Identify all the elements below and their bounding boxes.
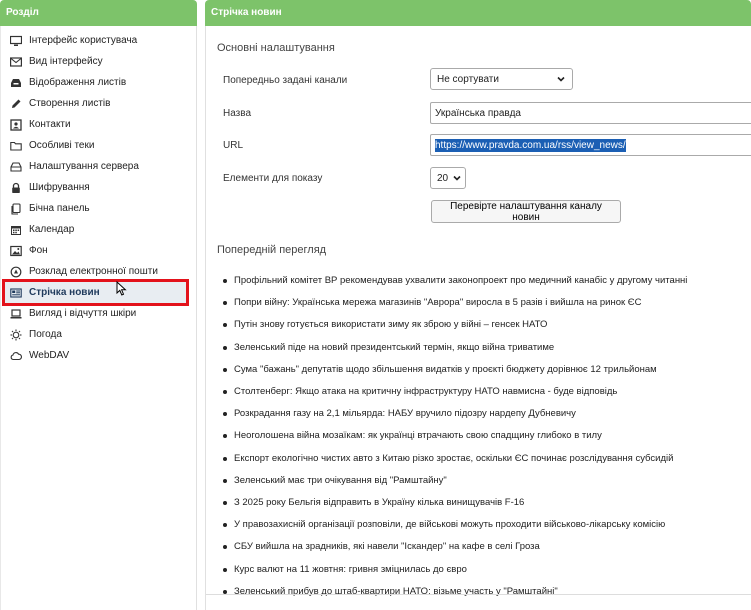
sections-list-container: Інтерфейс користувача Вид інтерфейсу Від…	[0, 26, 197, 610]
sidebar-item-label: Створення листів	[29, 98, 111, 109]
clock-send-icon	[10, 266, 22, 278]
preset-channels-label: Попередньо задані канали	[223, 75, 348, 86]
news-item: З 2025 року Бельгія відправить в Україну…	[223, 492, 687, 514]
news-item: Попри війну: Українська мережа магазинів…	[223, 292, 687, 314]
news-item: СБУ вийшла на зрадників, які навели "Іск…	[223, 536, 687, 558]
sidebar-item-label: Налаштування сервера	[29, 161, 139, 172]
sidebar-item-label: Вигляд і відчуття шкіри	[29, 308, 137, 319]
sidebar-item-server[interactable]: Налаштування сервера	[1, 156, 196, 177]
news-item: Зеленський піде на новий президентський …	[223, 337, 687, 359]
url-input[interactable]: https://www.pravda.com.ua/rss/view_news/	[430, 134, 751, 156]
folder-icon	[10, 140, 22, 152]
news-item: Експорт екологічно чистих авто з Китаю р…	[223, 448, 687, 470]
basic-settings-title: Основні налаштування	[217, 42, 335, 54]
sidebar-item-label: Вид інтерфейсу	[29, 56, 103, 67]
sidebar-item-newsfeed[interactable]: Стрічка новин	[2, 279, 189, 306]
sections-list: Інтерфейс користувача Вид інтерфейсу Від…	[1, 26, 196, 366]
sections-panel: Розділ Інтерфейс користувача Вид інтерфе…	[0, 0, 197, 610]
news-item: Зеленський має три очікування від "Рамшт…	[223, 470, 687, 492]
sidebar-item-calendar[interactable]: Календар	[1, 219, 196, 240]
newspaper-icon	[10, 287, 22, 299]
lock-icon	[10, 182, 22, 194]
sidebar-item-label: Шифрування	[29, 182, 90, 193]
url-label: URL	[223, 140, 244, 151]
sidebar-item-label: Особливі теки	[29, 140, 95, 151]
sidebar-item-background[interactable]: Фон	[1, 240, 196, 261]
sidebar-item-contacts[interactable]: Контакти	[1, 114, 196, 135]
sidebar-item-view[interactable]: Вид інтерфейсу	[1, 51, 196, 72]
news-item: Неоголошена війна мозаїкам: як українці …	[223, 425, 687, 447]
sidebar-item-skin[interactable]: Вигляд і відчуття шкіри	[1, 303, 196, 324]
name-input-value: Українська правда	[435, 107, 521, 119]
contact-card-icon	[10, 118, 22, 131]
news-item: У правозахисній організації розповіли, д…	[223, 514, 687, 536]
items-count-label: Елементи для показу	[223, 173, 323, 184]
sidebar-item-label: WebDAV	[29, 350, 70, 361]
items-count-value: 20	[437, 172, 449, 184]
news-preview-list: Профільний комітет ВР рекомендував ухвал…	[223, 270, 687, 603]
news-item: Сума "бажань" депутатів щодо збільшення …	[223, 359, 687, 381]
sidebar-item-label: Погода	[29, 329, 62, 340]
sidebar-item-compose[interactable]: Створення листів	[1, 93, 196, 114]
sidebar-item-label: Фон	[29, 245, 48, 256]
sidebar-item-webdav[interactable]: WebDAV	[1, 345, 196, 366]
sidebar-item-label: Розклад електронної пошти	[29, 266, 158, 277]
inbox-icon	[10, 77, 22, 89]
chevron-down-icon	[453, 175, 461, 181]
url-input-value: https://www.pravda.com.ua/rss/view_news/	[435, 138, 626, 152]
sidebar-item-folders[interactable]: Особливі теки	[1, 135, 196, 156]
newsfeed-panel: Стрічка новин Основні налаштування Попер…	[205, 0, 751, 610]
calendar-icon	[10, 224, 22, 236]
sections-header: Розділ	[0, 0, 197, 26]
news-item: Путін знову готується використати зиму я…	[223, 314, 687, 336]
sidebar-item-label: Календар	[29, 224, 75, 235]
sidebar-item-label: Контакти	[29, 119, 71, 130]
monitor-icon	[10, 35, 22, 47]
sidebar-item-label: Відображення листів	[29, 77, 127, 88]
newsfeed-header: Стрічка новин	[205, 0, 751, 26]
newsfeed-settings: Основні налаштування Попередньо задані к…	[205, 26, 751, 610]
news-item: Курс валют на 11 жовтня: гривня зміцнила…	[223, 558, 687, 580]
image-icon	[10, 245, 22, 257]
sidebar-item-schedule[interactable]: Розклад електронної пошти	[1, 261, 196, 282]
envelope-icon	[10, 56, 22, 68]
sidebar-item-encryption[interactable]: Шифрування	[1, 177, 196, 198]
laptop-icon	[10, 308, 22, 320]
preview-title: Попередній перегляд	[217, 244, 327, 256]
items-count-select[interactable]: 20	[430, 167, 466, 189]
sidebar-item-weather[interactable]: Погода	[1, 324, 196, 345]
news-item: Зеленський прибув до штаб-квартири НАТО:…	[223, 581, 687, 603]
sidebar-item-ui[interactable]: Інтерфейс користувача	[1, 30, 196, 51]
name-label: Назва	[223, 108, 252, 119]
sidebar-item-label: Інтерфейс користувача	[29, 35, 138, 46]
chevron-down-icon	[557, 76, 565, 82]
divider	[206, 594, 751, 595]
news-item: Столтенберг: Якщо атака на критичну інфр…	[223, 381, 687, 403]
copy-icon	[10, 202, 22, 215]
mouse-cursor-icon	[116, 281, 127, 296]
cloud-icon	[10, 350, 22, 362]
news-item: Розкрадання газу на 2,1 мільярда: НАБУ в…	[223, 403, 687, 425]
sidebar-item-label: Бічна панель	[29, 203, 90, 214]
news-item: Профільний комітет ВР рекомендував ухвал…	[223, 270, 687, 292]
sidebar-item-label: Стрічка новин	[29, 287, 100, 298]
sidebar-item-sidebar[interactable]: Бічна панель	[1, 198, 196, 219]
preset-channels-select[interactable]: Не сортувати	[430, 68, 573, 90]
check-feed-button[interactable]: Перевірте налаштування каналу новин	[431, 200, 621, 223]
preset-channels-value: Не сортувати	[437, 73, 499, 85]
name-input[interactable]: Українська правда	[430, 102, 751, 124]
pencil-icon	[10, 98, 22, 110]
server-icon	[10, 161, 22, 173]
sun-icon	[10, 329, 22, 341]
sidebar-item-display[interactable]: Відображення листів	[1, 72, 196, 93]
